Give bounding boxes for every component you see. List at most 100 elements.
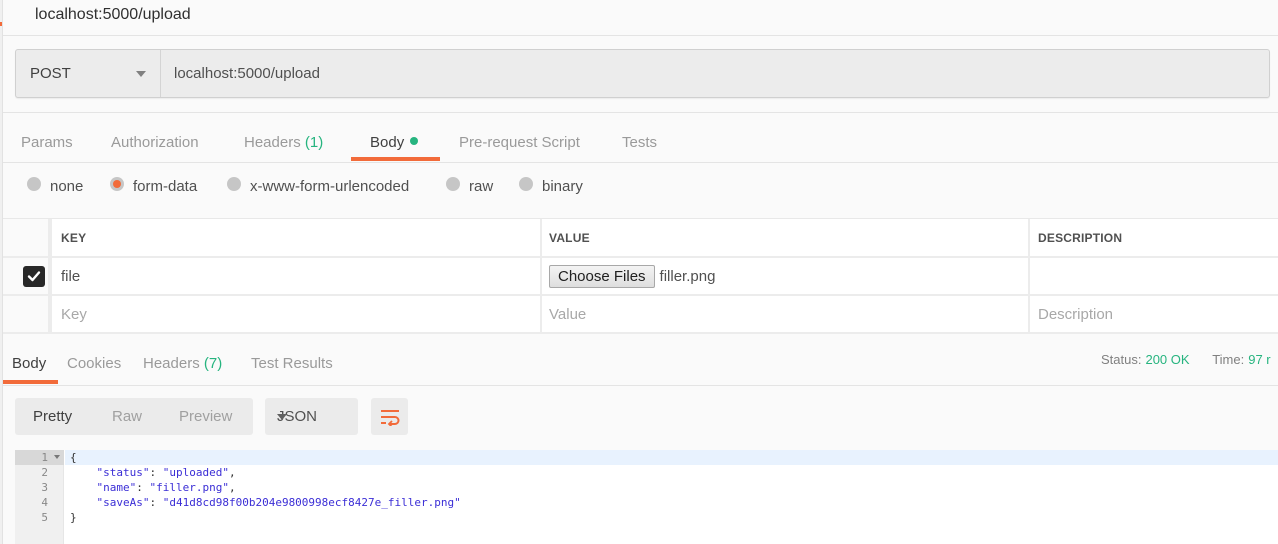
headers-count-badge: (7) — [203, 355, 223, 372]
radio-label: none — [50, 178, 84, 195]
tab-pre-request-script[interactable]: Pre-request Script — [459, 134, 580, 151]
radio-x-www-form-urlencoded[interactable]: x-www-form-urlencoded — [227, 176, 410, 195]
json-key: "name" — [96, 481, 137, 494]
json-key: "status" — [96, 466, 150, 479]
radio-icon — [27, 176, 41, 191]
code-brace: } — [70, 511, 77, 524]
view-mode-toggle: Pretty Raw Preview — [15, 398, 253, 435]
row-checkbox-cell — [3, 258, 52, 294]
line-number: 5 — [41, 511, 48, 524]
active-tab-indicator — [3, 380, 58, 384]
radio-binary[interactable]: binary — [519, 176, 583, 195]
line-number: 1 — [15, 450, 64, 465]
line-number: 2 — [41, 466, 48, 479]
chevron-down-icon — [136, 71, 146, 77]
value-placeholder: Value — [549, 305, 587, 323]
enabled-checkbox[interactable] — [23, 265, 45, 287]
request-bar: POST — [15, 49, 1270, 98]
time-value[interactable]: 97 r — [1248, 352, 1270, 367]
fold-toggle-icon[interactable] — [54, 455, 60, 459]
new-key-input[interactable]: Key — [52, 296, 542, 332]
wrap-lines-icon — [380, 409, 399, 426]
response-tab-test-results[interactable]: Test Results — [251, 355, 333, 372]
choose-files-button[interactable]: Choose Files — [549, 264, 655, 288]
new-description-input[interactable]: Description — [1030, 296, 1278, 332]
tab-params[interactable]: Params — [21, 134, 73, 151]
radio-label: form-data — [133, 178, 198, 195]
form-data-table: KEY VALUE DESCRIPTION file Choose Files … — [3, 218, 1278, 334]
url-input[interactable] — [161, 50, 1269, 97]
json-value: "d41d8cd98f00b204e9800998ecf8427e_filler… — [162, 496, 461, 509]
radio-label: raw — [469, 178, 494, 195]
code-line: "status": "uploaded", — [96, 466, 236, 479]
tab-headers[interactable]: Headers (1) — [244, 134, 323, 151]
active-tab-indicator — [351, 157, 440, 161]
divider — [3, 162, 1278, 163]
tab-label: Headers — [244, 134, 301, 151]
radio-icon — [446, 176, 460, 191]
tab-label: Pre-request Script — [459, 134, 580, 151]
code-line: { — [65, 450, 1278, 465]
chevron-down-icon — [277, 414, 287, 420]
tab-label: Params — [21, 134, 73, 151]
code-line: } — [65, 510, 1278, 525]
tab-label: Authorization — [111, 134, 199, 151]
header-checkbox-cell — [3, 219, 52, 256]
json-key: "saveAs" — [96, 496, 150, 509]
view-preview-button[interactable]: Preview — [179, 408, 232, 425]
radio-label: binary — [542, 178, 583, 195]
response-tab-cookies[interactable]: Cookies — [67, 355, 121, 372]
description-cell[interactable] — [1030, 258, 1278, 294]
tab-body[interactable]: Body — [370, 134, 419, 151]
response-body-editor[interactable]: 1 2 3 4 5 { "status": "uploaded", "name"… — [15, 450, 1278, 544]
response-tab-headers[interactable]: Headers (7) — [143, 355, 222, 372]
wrap-lines-button[interactable] — [371, 398, 408, 435]
sidebar-active-marker — [0, 22, 2, 26]
key-placeholder: Key — [61, 305, 87, 323]
time-label: Time: — [1212, 352, 1245, 367]
request-tab-title: localhost:5000/upload — [35, 6, 191, 23]
response-meta: Status: 200 OK Time: 97 r — [1101, 352, 1271, 367]
view-pretty-button[interactable]: Pretty — [33, 408, 72, 425]
headers-count-badge: (1) — [304, 134, 324, 151]
radio-icon — [227, 176, 241, 191]
view-raw-button[interactable]: Raw — [112, 408, 142, 425]
code-line: "saveAs": "d41d8cd98f00b204e9800998ecf84… — [96, 496, 461, 509]
json-value: "uploaded" — [162, 466, 229, 479]
radio-form-data[interactable]: form-data — [110, 176, 198, 195]
line-number: 4 — [41, 496, 48, 509]
checkmark-icon — [27, 271, 41, 282]
code-brace: { — [70, 451, 77, 464]
status-value[interactable]: 200 OK — [1145, 352, 1189, 367]
description-placeholder: Description — [1038, 305, 1114, 323]
new-value-input[interactable]: Value — [542, 296, 1030, 332]
json-value: "filler.png" — [149, 481, 229, 494]
table-header-row: KEY VALUE DESCRIPTION — [3, 219, 1278, 258]
status-label: Status: — [1101, 352, 1142, 367]
tab-label: Tests — [622, 134, 658, 151]
column-header-description: DESCRIPTION — [1038, 230, 1123, 245]
radio-none[interactable]: none — [27, 176, 84, 195]
divider — [3, 385, 1278, 386]
tab-tests[interactable]: Tests — [622, 134, 657, 151]
json-comma: , — [228, 481, 236, 494]
body-type-radio-group: none form-data x-www-form-urlencoded raw… — [0, 175, 1278, 201]
method-select[interactable]: POST — [16, 50, 161, 97]
radio-checked-icon — [110, 176, 124, 191]
json-comma: , — [228, 466, 236, 479]
key-cell[interactable]: file — [52, 258, 542, 294]
body-indicator-dot-icon — [410, 137, 419, 145]
radio-raw[interactable]: raw — [446, 176, 494, 195]
radio-icon — [519, 176, 533, 191]
tab-label: Body — [370, 134, 405, 151]
column-header-value: VALUE — [542, 219, 1030, 256]
tab-authorization[interactable]: Authorization — [111, 134, 199, 151]
response-tab-body[interactable]: Body — [12, 355, 46, 372]
table-row: file Choose Files filler.png — [3, 258, 1278, 296]
column-header-key: KEY — [52, 219, 542, 256]
format-select[interactable]: JSON — [265, 398, 358, 435]
method-label: POST — [30, 65, 71, 82]
line-number: 3 — [41, 481, 48, 494]
value-cell: Choose Files filler.png — [542, 258, 1030, 294]
radio-label: x-www-form-urlencoded — [250, 178, 410, 195]
